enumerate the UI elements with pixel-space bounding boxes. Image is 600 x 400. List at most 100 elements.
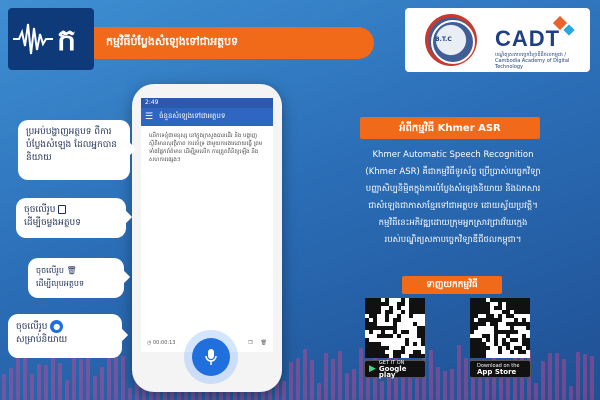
qr-module — [385, 354, 389, 358]
qr-module — [498, 350, 502, 354]
about-description: Khmer Automatic Speech Recognition (Khme… — [365, 150, 541, 245]
microphone-icon — [205, 349, 217, 365]
microphone-button[interactable] — [192, 338, 230, 376]
app-store-badge[interactable]: Download on the App Store — [469, 360, 531, 378]
equalizer-bar — [114, 355, 118, 400]
status-bar: 2:49 — [141, 98, 273, 108]
qr-module — [385, 318, 389, 322]
equalizer-bar — [338, 351, 342, 400]
download-title: ទាញយកកម្មវិធី — [402, 276, 502, 294]
equalizer-bar — [2, 374, 6, 400]
equalizer-bar — [359, 347, 363, 400]
callout-speak: ចុចលើរូប ● សម្រាប់និយាយ — [8, 314, 129, 358]
equalizer-bar — [429, 350, 433, 400]
qr-module — [470, 330, 474, 334]
equalizer-bar — [44, 364, 48, 400]
qr-module — [369, 330, 373, 334]
equalizer-bar — [79, 359, 83, 400]
copy-icon[interactable]: ❐ — [248, 340, 252, 346]
equalizer-bar — [121, 355, 125, 400]
qr-module — [377, 310, 381, 314]
app-bar-title: ចំនួនសំឡេងទៅជាអត្ថបទ — [159, 112, 226, 120]
equalizer-bar — [548, 352, 552, 400]
qr-module — [421, 354, 425, 358]
equalizer-bar — [289, 361, 293, 400]
equalizer-bar — [331, 359, 335, 400]
qr-module — [486, 346, 490, 350]
qr-module — [486, 338, 490, 342]
equalizer-bar — [23, 353, 27, 400]
equalizer-bar — [457, 344, 461, 400]
qr-module — [405, 330, 409, 334]
google-play-qr-code[interactable] — [365, 298, 425, 358]
microphone-icon: ● — [50, 320, 64, 333]
equalizer-bar — [107, 351, 111, 400]
callout-text-display: ប្រអប់បង្ហាញអត្ថបទ ពីការបំប្លែងសំឡេង ដែល… — [18, 120, 137, 180]
equalizer-bar — [324, 352, 328, 400]
svg-text:ក: ក — [57, 23, 76, 58]
qr-module — [498, 318, 502, 322]
about-title: អំពីកម្មវិធី Khmer ASR — [360, 117, 540, 139]
app-title-text: កម្មវិធីបំប្លែងសំឡេងទៅជាអត្ថបទ — [106, 35, 239, 48]
qr-module — [409, 314, 413, 318]
seal-label: B.T.C — [435, 36, 452, 43]
qr-module — [526, 346, 530, 350]
google-play-icon: ▶ — [369, 364, 376, 374]
equalizer-bar — [583, 353, 587, 400]
equalizer-bar — [590, 355, 594, 400]
equalizer-bar — [534, 382, 538, 400]
qr-module — [401, 302, 405, 306]
qr-module — [397, 334, 401, 338]
phone-screen: 2:49 ☰ ចំនួនសំឡេងទៅជាអត្ថបទ លើកទេខ្ញុំជា… — [141, 98, 273, 352]
equalizer-bar — [93, 375, 97, 400]
transcription-output: លើកទេខ្ញុំជាមនុស្ស នៅក្នុងក្រសួងបានដើរ ន… — [149, 133, 263, 163]
equalizer-bar — [100, 366, 104, 400]
app-title-banner: កម្មវិធីបំប្លែងសំឡេងទៅជាអត្ថបទ — [94, 27, 374, 59]
equalizer-bar — [464, 358, 468, 400]
equalizer-bar — [352, 369, 356, 400]
soundwave-logo-icon: ក — [13, 23, 76, 58]
qr-module — [397, 318, 401, 322]
qr-module — [405, 342, 409, 346]
qr-module — [413, 342, 417, 346]
equalizer-bar — [296, 358, 300, 400]
qr-module — [474, 326, 478, 330]
qr-module — [526, 310, 530, 314]
equalizer-bar — [555, 353, 559, 400]
cadt-logo-text: CADT — [495, 26, 561, 51]
equalizer-bar — [443, 370, 447, 400]
qr-module — [421, 342, 425, 346]
qr-module — [510, 350, 514, 354]
clock-icon: ◷ — [147, 340, 152, 346]
equalizer-bar — [128, 388, 132, 400]
equalizer-bar — [436, 367, 440, 400]
equalizer-bar — [317, 382, 321, 400]
google-play-badge[interactable]: ▶ GET IT ON Google play — [364, 360, 426, 379]
qr-module — [397, 354, 401, 358]
qr-module — [401, 310, 405, 314]
equalizer-bar — [310, 360, 314, 400]
equalizer-bar — [303, 348, 307, 400]
equalizer-bar — [58, 362, 62, 400]
equalizer-bar — [282, 380, 286, 400]
equalizer-bar — [380, 380, 384, 400]
copy-icon — [58, 205, 67, 214]
equalizer-bar — [541, 361, 545, 400]
status-time: 2:49 — [145, 99, 159, 106]
equalizer-bar — [37, 363, 41, 400]
menu-icon[interactable]: ☰ — [145, 112, 153, 122]
equalizer-bar — [576, 351, 580, 400]
equalizer-bar — [9, 367, 13, 400]
equalizer-bar — [72, 355, 76, 400]
qr-module — [514, 330, 518, 334]
app-store-qr-code[interactable] — [470, 298, 530, 358]
equalizer-bar — [65, 379, 69, 400]
qr-module — [401, 350, 405, 354]
qr-module — [389, 334, 393, 338]
timer-display: ◷ 00:00:13 — [147, 340, 176, 346]
qr-module — [526, 326, 530, 330]
equalizer-bar — [345, 372, 349, 400]
delete-icon[interactable]: 🗑 — [261, 340, 267, 346]
qr-module — [514, 338, 518, 342]
equalizer-bar — [569, 386, 573, 400]
